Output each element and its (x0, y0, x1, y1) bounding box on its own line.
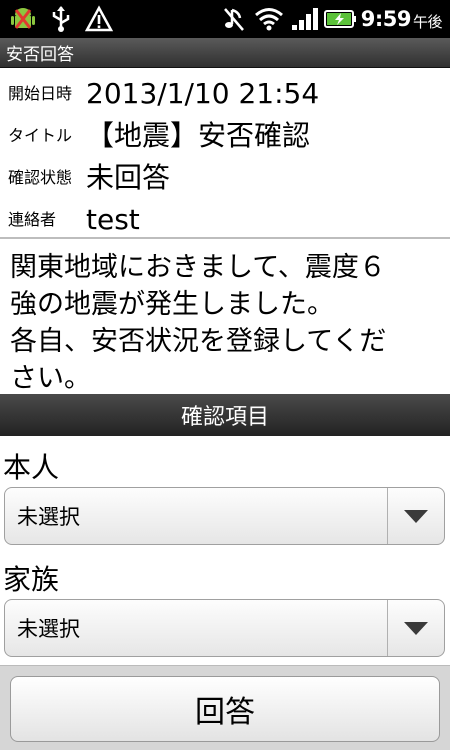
usb-icon (48, 5, 74, 33)
start-time-value: 2013/1/10 21:54 (86, 77, 320, 110)
family-label: 家族 (3, 563, 60, 596)
app-title-bar: 安否回答 (0, 38, 450, 68)
title-value: 【地震】安否確認 (86, 119, 311, 152)
section-title: 確認項目 (180, 405, 269, 430)
info-row-status: 確認状態 未回答 (0, 154, 450, 196)
mute-icon (222, 5, 246, 33)
bottom-action-panel: 回答 (0, 665, 450, 750)
message-line: 強の地震が発生しました。 (10, 289, 334, 320)
self-select[interactable]: 未選択 (4, 487, 445, 545)
self-label: 本人 (3, 451, 60, 484)
warning-icon (84, 5, 114, 33)
self-select-value: 未選択 (17, 505, 80, 529)
info-row-title: タイトル 【地震】安否確認 (0, 112, 450, 154)
family-select[interactable]: 未選択 (4, 599, 445, 657)
title-label: タイトル (8, 126, 73, 145)
contact-label: 連絡者 (8, 210, 57, 229)
info-row-start-time: 開始日時 2013/1/10 21:54 (0, 70, 450, 112)
app-title: 安否回答 (6, 45, 74, 65)
chevron-down-icon[interactable] (388, 600, 444, 656)
clock: 9:59 午後 (360, 7, 443, 31)
battery-charging-icon (324, 5, 358, 33)
message-body: 関東地域におきまして、震度６ 強の地震が発生しました。 各自、安否状況を登録して… (0, 237, 450, 394)
android-debug-icon (8, 5, 38, 33)
message-line: さい。 (10, 363, 91, 394)
answer-button[interactable]: 回答 (10, 676, 440, 742)
status-label: 確認状態 (8, 168, 73, 187)
start-time-label: 開始日時 (8, 84, 73, 103)
contact-value: test (86, 203, 140, 236)
signal-icon (290, 5, 320, 33)
section-header: 確認項目 (0, 394, 450, 436)
status-value: 未回答 (86, 161, 171, 194)
message-line: 関東地域におきまして、震度６ (10, 252, 386, 283)
message-line: 各自、安否状況を登録してくだ (10, 326, 387, 357)
wifi-icon (254, 5, 284, 33)
info-row-contact: 連絡者 test (0, 196, 450, 238)
chevron-down-icon[interactable] (388, 488, 444, 544)
family-select-value: 未選択 (17, 617, 80, 641)
status-bar: 9:59 午後 (0, 0, 450, 38)
